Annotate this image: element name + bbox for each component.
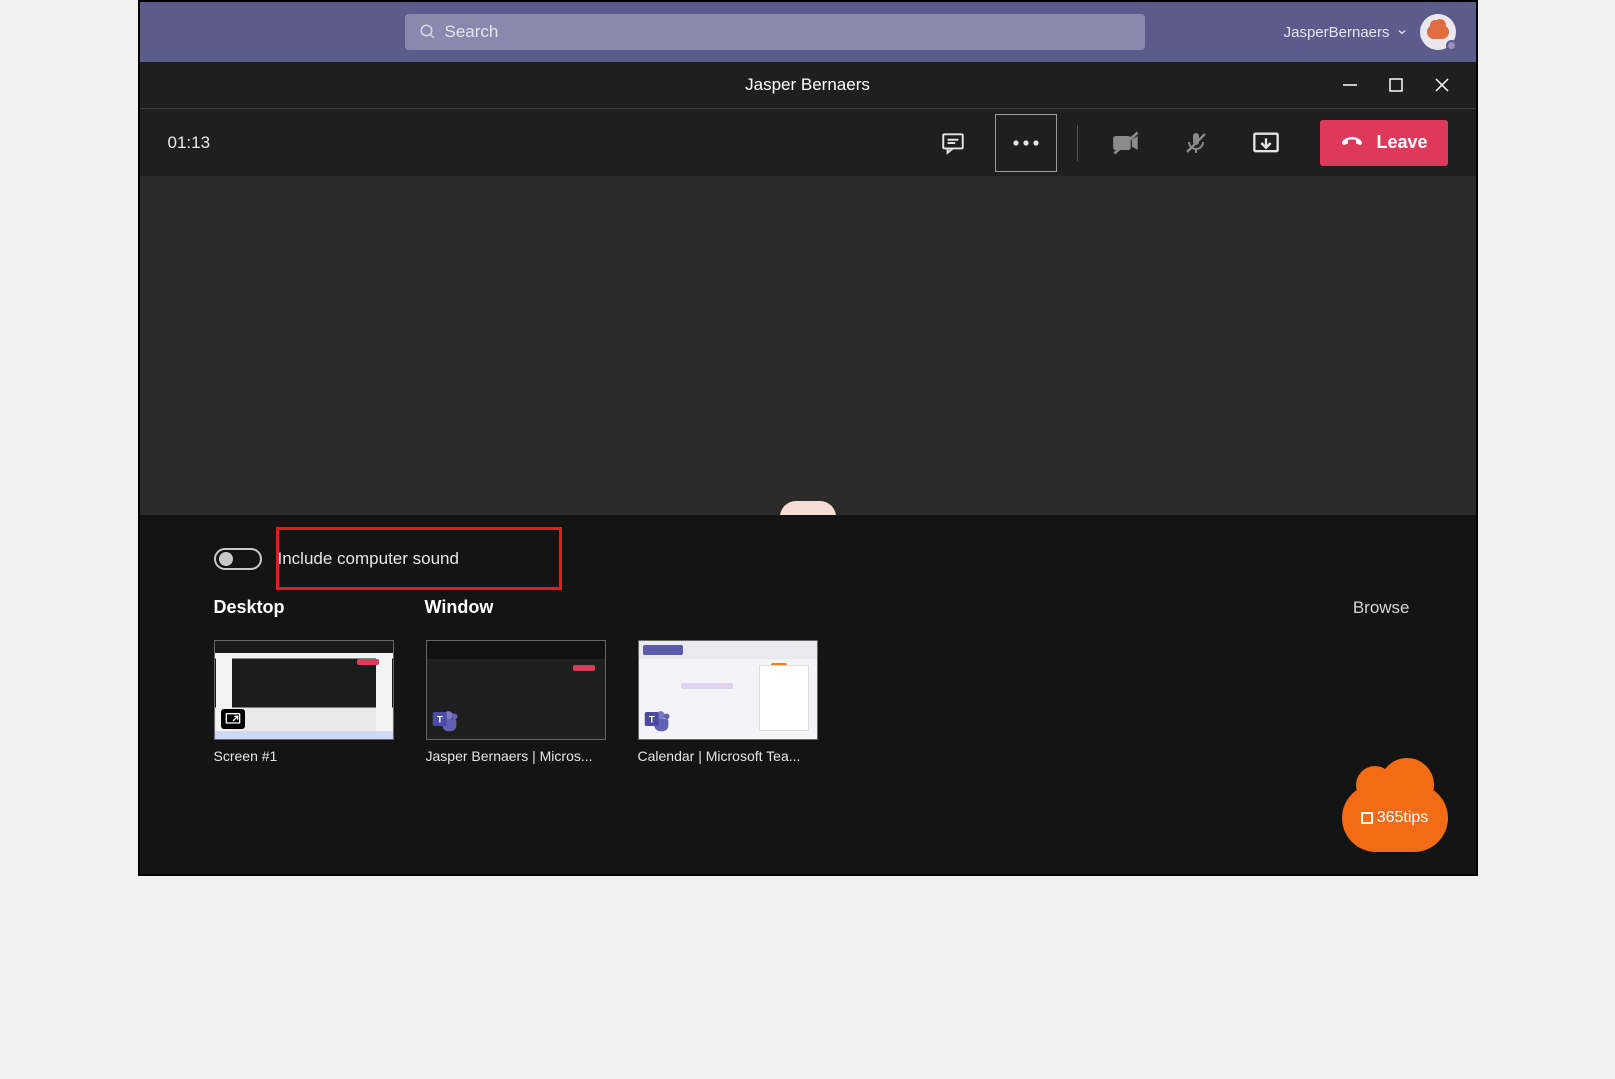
- chat-button[interactable]: [925, 117, 981, 169]
- call-window: Jasper Bernaers 01:13: [140, 62, 1476, 874]
- chat-icon: [940, 130, 966, 156]
- call-stage: [140, 176, 1476, 515]
- svg-text:T: T: [436, 715, 442, 726]
- share-thumb-screen[interactable]: Screen #1: [214, 640, 394, 764]
- share-content-button[interactable]: [1238, 117, 1294, 169]
- ellipsis-icon: [1012, 139, 1040, 147]
- thumb-preview: T: [426, 640, 606, 740]
- share-thumbnails-row: Screen #1 T Jasper Bernaers | Micros...: [214, 640, 1410, 764]
- search-input[interactable]: Search: [405, 14, 1145, 50]
- avatar-cloud-icon: [1427, 25, 1449, 39]
- mic-off-icon: [1184, 129, 1208, 157]
- presence-indicator: [1446, 40, 1457, 51]
- toolbar-right: Leave: [925, 114, 1447, 172]
- close-button[interactable]: [1432, 75, 1452, 95]
- leave-label: Leave: [1376, 132, 1427, 153]
- camera-toggle-button[interactable]: [1098, 117, 1154, 169]
- search-icon: [419, 23, 437, 41]
- tab-desktop[interactable]: Desktop: [214, 597, 285, 618]
- teams-app-icon: T: [431, 705, 459, 733]
- teams-app-icon: T: [643, 705, 671, 733]
- thumb-label: Calendar | Microsoft Tea...: [638, 748, 818, 764]
- thumb-label: Jasper Bernaers | Micros...: [426, 748, 606, 764]
- account-menu[interactable]: JasperBernaers: [1284, 24, 1408, 41]
- share-thumb-window-1[interactable]: T Jasper Bernaers | Micros...: [426, 640, 606, 764]
- call-toolbar: 01:13: [140, 108, 1476, 176]
- more-actions-button[interactable]: [995, 114, 1057, 172]
- share-tray: Include computer sound Desktop Window Br…: [140, 515, 1476, 874]
- office-logo-icon: [1361, 812, 1373, 824]
- call-titlebar: Jasper Bernaers: [140, 62, 1476, 108]
- hangup-icon: [1340, 135, 1364, 151]
- teams-app-window: Search JasperBernaers Jasper Bernaers: [138, 0, 1478, 876]
- avatar[interactable]: [1420, 14, 1456, 50]
- tab-window[interactable]: Window: [425, 597, 494, 618]
- svg-text:T: T: [648, 715, 654, 726]
- share-tray-header: Desktop Window Browse: [214, 597, 1410, 618]
- topbar-right: JasperBernaers: [1284, 14, 1456, 50]
- browse-button[interactable]: Browse: [1353, 598, 1410, 618]
- include-sound-label: Include computer sound: [278, 549, 459, 569]
- watermark-365tips: 365tips: [1342, 784, 1448, 852]
- maximize-button[interactable]: [1386, 75, 1406, 95]
- include-sound-toggle[interactable]: [214, 548, 262, 570]
- chevron-down-icon: [1396, 26, 1408, 38]
- window-controls: [1340, 62, 1470, 108]
- mic-toggle-button[interactable]: [1168, 117, 1224, 169]
- watermark-label: 365tips: [1377, 809, 1429, 827]
- toolbar-divider: [1077, 125, 1078, 161]
- app-topbar: Search JasperBernaers: [140, 2, 1476, 62]
- screen-share-icon: [221, 709, 245, 729]
- thumb-preview: T: [638, 640, 818, 740]
- share-thumb-window-2[interactable]: T Calendar | Microsoft Tea...: [638, 640, 818, 764]
- thumb-preview: [214, 640, 394, 740]
- thumb-label: Screen #1: [214, 748, 394, 764]
- camera-off-icon: [1112, 129, 1140, 157]
- search-placeholder: Search: [445, 22, 499, 42]
- call-title: Jasper Bernaers: [745, 75, 870, 95]
- username-label: JasperBernaers: [1284, 24, 1390, 41]
- call-timer: 01:13: [168, 133, 211, 153]
- leave-button[interactable]: Leave: [1320, 120, 1447, 166]
- share-tray-icon: [1252, 129, 1280, 157]
- minimize-button[interactable]: [1340, 75, 1360, 95]
- include-computer-sound-row: Include computer sound: [214, 535, 1410, 583]
- participant-avatar-peek: [780, 501, 836, 515]
